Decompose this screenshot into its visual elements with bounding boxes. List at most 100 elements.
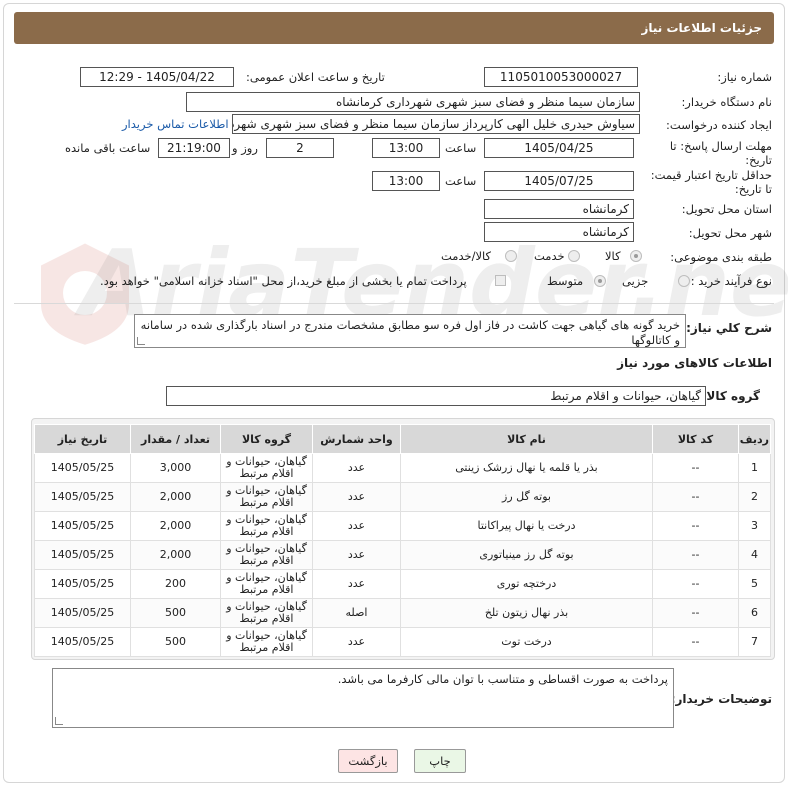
- purchase-type-label: نوع فرآیند خرید :: [690, 274, 772, 288]
- col-header-code: کد کالا: [652, 424, 739, 454]
- remaining-time-label: ساعت باقی مانده: [65, 141, 151, 155]
- back-button[interactable]: بازگشت: [338, 749, 398, 773]
- cell-date: 1405/05/25: [34, 569, 131, 599]
- cell-name: بوته گل رز: [400, 482, 653, 512]
- cell-group: گیاهان، حیوانات و اقلام مرتبط: [220, 598, 313, 628]
- cell-unit: عدد: [312, 482, 401, 512]
- divider: [14, 303, 774, 304]
- cell-name: درخت توت: [400, 627, 653, 657]
- cell-row-num: 3: [738, 511, 771, 541]
- cell-qty: 2,000: [130, 482, 221, 512]
- treasury-note: پرداخت تمام یا بخشی از مبلغ خرید،از محل …: [100, 274, 467, 288]
- purchase-radio-medium[interactable]: [594, 275, 606, 287]
- cell-unit: عدد: [312, 453, 401, 483]
- cell-date: 1405/05/25: [34, 453, 131, 483]
- cell-date: 1405/05/25: [34, 482, 131, 512]
- cell-date: 1405/05/25: [34, 627, 131, 657]
- cell-group: گیاهان، حیوانات و اقلام مرتبط: [220, 540, 313, 570]
- cell-group: گیاهان، حیوانات و اقلام مرتبط: [220, 511, 313, 541]
- goods-group-label: گروه کالا:: [701, 389, 760, 403]
- cell-qty: 500: [130, 598, 221, 628]
- page-title: جزئیات اطلاعات نیاز: [641, 21, 762, 35]
- description-label: شرح کلي نياز:: [686, 321, 772, 335]
- cell-code: --: [652, 453, 739, 483]
- buyer-notes-text: پرداخت به صورت اقساطی و متناسب با توان م…: [337, 672, 668, 686]
- purchase-option-minor: جزیی: [622, 274, 649, 288]
- cell-name: بذر نهال زیتون تلخ: [400, 598, 653, 628]
- buyer-org-label: نام دستگاه خریدار:: [681, 95, 772, 109]
- resize-handle-icon[interactable]: [55, 717, 63, 725]
- cell-qty: 2,000: [130, 511, 221, 541]
- cell-row-num: 4: [738, 540, 771, 570]
- cell-qty: 3,000: [130, 453, 221, 483]
- cell-code: --: [652, 569, 739, 599]
- deadline-days-field: 2: [266, 138, 334, 158]
- buyer-notes-label: توضیحات خریدار:: [670, 692, 772, 706]
- col-header-unit: واحد شمارش: [312, 424, 401, 454]
- price-validity-label: حداقل تاریخ اعتبار قیمت: تا تاریخ:: [650, 168, 772, 196]
- cell-group: گیاهان، حیوانات و اقلام مرتبط: [220, 627, 313, 657]
- cell-date: 1405/05/25: [34, 598, 131, 628]
- cell-date: 1405/05/25: [34, 511, 131, 541]
- category-option-goods: کالا: [605, 249, 621, 263]
- buyer-notes-textarea[interactable]: پرداخت به صورت اقساطی و متناسب با توان م…: [52, 668, 674, 728]
- cell-qty: 200: [130, 569, 221, 599]
- cell-group: گیاهان، حیوانات و اقلام مرتبط: [220, 482, 313, 512]
- deadline-time-label: ساعت: [445, 141, 477, 155]
- col-header-group: گروه کالا: [220, 424, 313, 454]
- cell-qty: 500: [130, 627, 221, 657]
- table-row: 1 -- بذر یا قلمه یا نهال زرشک زینتی عدد گیاه…: [34, 453, 771, 483]
- treasury-checkbox[interactable]: [495, 275, 506, 286]
- remaining-time-field: 21:19:00: [158, 138, 230, 158]
- deadline-label: مهلت ارسال پاسخ: تا تاریخ:: [669, 139, 772, 167]
- print-button[interactable]: چاپ: [414, 749, 466, 773]
- resize-handle-icon[interactable]: [137, 337, 145, 345]
- cell-code: --: [652, 598, 739, 628]
- cell-row-num: 7: [738, 627, 771, 657]
- col-header-name: نام کالا: [400, 424, 653, 454]
- province-label: استان محل تحویل:: [681, 202, 772, 216]
- deadline-days-label: روز و: [232, 141, 258, 155]
- cell-row-num: 1: [738, 453, 771, 483]
- category-option-both: کالا/خدمت: [441, 249, 492, 263]
- category-radio-service[interactable]: [568, 250, 580, 262]
- table-row: 2 -- بوته گل رز عدد گیاهان، حیوانات و اقلام …: [34, 482, 771, 512]
- announce-datetime-field: 1405/04/22 - 12:29: [80, 67, 234, 87]
- city-label: شهر محل تحویل:: [688, 226, 772, 240]
- cell-unit: عدد: [312, 569, 401, 599]
- cell-row-num: 6: [738, 598, 771, 628]
- purchase-radio-minor[interactable]: [678, 275, 690, 287]
- cell-code: --: [652, 540, 739, 570]
- table-header-row: ردیف کد کالا نام کالا واحد شمارش گروه کا…: [34, 424, 771, 454]
- cell-unit: عدد: [312, 627, 401, 657]
- category-option-service: خدمت: [534, 249, 565, 263]
- goods-group-field: گیاهان، حیوانات و اقلام مرتبط: [166, 386, 706, 406]
- buyer-org-field: سازمان سیما منظر و فضای سبز شهری شهرداری…: [186, 92, 640, 112]
- deadline-date-field: 1405/04/25: [484, 138, 634, 158]
- cell-group: گیاهان، حیوانات و اقلام مرتبط: [220, 453, 313, 483]
- cell-qty: 2,000: [130, 540, 221, 570]
- table-row: 7 -- درخت توت عدد گیاهان، حیوانات و اقلام مر…: [34, 627, 771, 657]
- cell-name: درخت یا نهال پیراکانتا: [400, 511, 653, 541]
- announce-datetime-label: تاریخ و ساعت اعلان عمومی:: [246, 70, 385, 84]
- cell-code: --: [652, 627, 739, 657]
- cell-date: 1405/05/25: [34, 540, 131, 570]
- items-table: ردیف کد کالا نام کالا واحد شمارش گروه کا…: [34, 424, 771, 657]
- category-radio-both[interactable]: [505, 250, 517, 262]
- cell-unit: اصله: [312, 598, 401, 628]
- price-validity-time-field: 13:00: [372, 171, 440, 191]
- cell-name: بذر یا قلمه یا نهال زرشک زینتی: [400, 453, 653, 483]
- description-textarea[interactable]: خرید گونه های گیاهی جهت کاشت در فاز اول …: [134, 314, 686, 348]
- page-header: جزئیات اطلاعات نیاز: [14, 12, 774, 44]
- creator-label: ایجاد کننده درخواست:: [666, 118, 772, 132]
- buyer-contact-link[interactable]: اطلاعات تماس خریدار: [122, 117, 229, 131]
- city-field: کرمانشاه: [484, 222, 634, 242]
- need-number-field: 1105010053000027: [484, 67, 638, 87]
- cell-code: --: [652, 511, 739, 541]
- purchase-option-medium: متوسط: [547, 274, 584, 288]
- col-header-date: تاریخ نیاز: [34, 424, 131, 454]
- table-row: 5 -- درختچه توری عدد گیاهان، حیوانات و اقلام…: [34, 569, 771, 599]
- need-number-label: شماره نیاز:: [717, 70, 772, 84]
- category-radio-goods[interactable]: [630, 250, 642, 262]
- cell-row-num: 2: [738, 482, 771, 512]
